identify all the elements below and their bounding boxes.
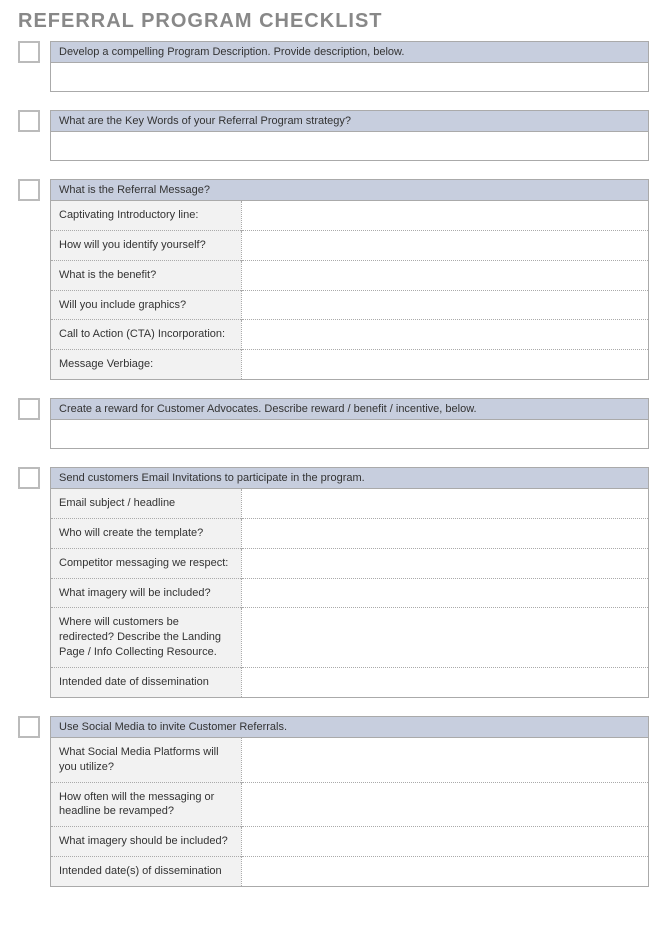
row-label: Will you include graphics?: [51, 290, 241, 320]
row-label: Message Verbiage:: [51, 350, 241, 379]
section-header: What is the Referral Message?: [51, 180, 648, 201]
row-input[interactable]: [241, 320, 648, 350]
table-row: How often will the messaging or headline…: [51, 782, 648, 827]
section-header: Develop a compelling Program Description…: [51, 42, 648, 63]
checklist-section: Create a reward for Customer Advocates. …: [18, 398, 649, 449]
page-title: REFERRAL PROGRAM CHECKLIST: [18, 10, 649, 33]
row-label: How will you identify yourself?: [51, 230, 241, 260]
table-row: Will you include graphics?: [51, 290, 648, 320]
row-input[interactable]: [241, 260, 648, 290]
row-input[interactable]: [241, 350, 648, 379]
row-input[interactable]: [241, 290, 648, 320]
checkbox[interactable]: [18, 179, 40, 201]
table-row: Call to Action (CTA) Incorporation:: [51, 320, 648, 350]
section-header: What are the Key Words of your Referral …: [51, 111, 648, 132]
row-label: Where will customers be redirected? Desc…: [51, 608, 241, 668]
detail-table: Captivating Introductory line:How will y…: [51, 201, 648, 379]
table-row: Where will customers be redirected? Desc…: [51, 608, 648, 668]
table-row: Who will create the template?: [51, 518, 648, 548]
row-label: Captivating Introductory line:: [51, 201, 241, 230]
section-panel: What are the Key Words of your Referral …: [50, 110, 649, 161]
section-panel: Create a reward for Customer Advocates. …: [50, 398, 649, 449]
checklist-section: What is the Referral Message?Captivating…: [18, 179, 649, 380]
row-label: Who will create the template?: [51, 518, 241, 548]
response-field[interactable]: [51, 132, 648, 160]
row-label: Competitor messaging we respect:: [51, 548, 241, 578]
table-row: What Social Media Platforms will you uti…: [51, 738, 648, 782]
row-label: Intended date of dissemination: [51, 667, 241, 696]
row-input[interactable]: [241, 608, 648, 668]
detail-table: Email subject / headlineWho will create …: [51, 489, 648, 697]
row-input[interactable]: [241, 201, 648, 230]
table-row: What imagery will be included?: [51, 578, 648, 608]
checklist-section: Use Social Media to invite Customer Refe…: [18, 716, 649, 887]
table-row: What is the benefit?: [51, 260, 648, 290]
table-row: Email subject / headline: [51, 489, 648, 518]
row-input[interactable]: [241, 857, 648, 886]
table-row: Competitor messaging we respect:: [51, 548, 648, 578]
checkbox[interactable]: [18, 398, 40, 420]
detail-table: What Social Media Platforms will you uti…: [51, 738, 648, 886]
response-field[interactable]: [51, 420, 648, 448]
row-label: What Social Media Platforms will you uti…: [51, 738, 241, 782]
section-panel: Send customers Email Invitations to part…: [50, 467, 649, 698]
section-panel: Use Social Media to invite Customer Refe…: [50, 716, 649, 887]
checklist-section: Develop a compelling Program Description…: [18, 41, 649, 92]
section-panel: What is the Referral Message?Captivating…: [50, 179, 649, 380]
row-label: Call to Action (CTA) Incorporation:: [51, 320, 241, 350]
row-input[interactable]: [241, 489, 648, 518]
row-input[interactable]: [241, 518, 648, 548]
section-header: Send customers Email Invitations to part…: [51, 468, 648, 489]
section-header: Use Social Media to invite Customer Refe…: [51, 717, 648, 738]
row-label: Intended date(s) of dissemination: [51, 857, 241, 886]
table-row: What imagery should be included?: [51, 827, 648, 857]
table-row: Message Verbiage:: [51, 350, 648, 379]
table-row: How will you identify yourself?: [51, 230, 648, 260]
response-field[interactable]: [51, 63, 648, 91]
row-input[interactable]: [241, 548, 648, 578]
checklist-section: What are the Key Words of your Referral …: [18, 110, 649, 161]
section-header: Create a reward for Customer Advocates. …: [51, 399, 648, 420]
row-input[interactable]: [241, 827, 648, 857]
row-label: How often will the messaging or headline…: [51, 782, 241, 827]
table-row: Captivating Introductory line:: [51, 201, 648, 230]
checkbox[interactable]: [18, 467, 40, 489]
row-input[interactable]: [241, 738, 648, 782]
checklist-section: Send customers Email Invitations to part…: [18, 467, 649, 698]
checkbox[interactable]: [18, 41, 40, 63]
table-row: Intended date of dissemination: [51, 667, 648, 696]
row-label: Email subject / headline: [51, 489, 241, 518]
row-input[interactable]: [241, 230, 648, 260]
checkbox[interactable]: [18, 716, 40, 738]
row-input[interactable]: [241, 578, 648, 608]
section-panel: Develop a compelling Program Description…: [50, 41, 649, 92]
row-label: What imagery will be included?: [51, 578, 241, 608]
row-label: What is the benefit?: [51, 260, 241, 290]
row-label: What imagery should be included?: [51, 827, 241, 857]
row-input[interactable]: [241, 782, 648, 827]
checkbox[interactable]: [18, 110, 40, 132]
table-row: Intended date(s) of dissemination: [51, 857, 648, 886]
row-input[interactable]: [241, 667, 648, 696]
